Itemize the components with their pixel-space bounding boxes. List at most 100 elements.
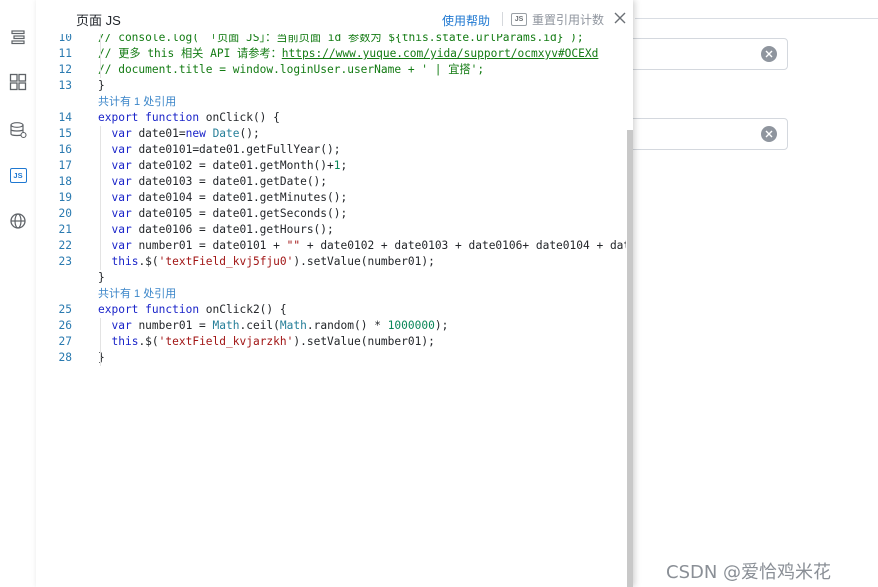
code-token: var: [111, 207, 132, 220]
code-token: 1: [333, 159, 341, 172]
code-line: 15 var date01=new Date();: [36, 126, 626, 142]
line-number: 27: [58, 335, 72, 348]
code-line: 11 // 更多 this 相关 API 请参考：https://www.yuqu…: [36, 46, 626, 62]
code-text: var date0105 = date01.getSeconds();: [98, 206, 347, 222]
line-number: 12: [58, 63, 72, 76]
code-text: }: [98, 78, 105, 94]
code-token: 1000000: [387, 319, 435, 332]
code-token: );: [434, 319, 449, 332]
code-token: // 更多 this 相关 API 请参考：: [98, 47, 282, 60]
js-icon[interactable]: JS: [0, 163, 36, 187]
code-token: date0101=date01.getFullYear();: [131, 143, 341, 156]
code-text: var date0101=date01.getFullYear();: [98, 142, 341, 158]
code-token: this: [111, 335, 139, 348]
code-token: new: [185, 127, 206, 140]
code-line: 16 var date0101=date01.getFullYear();: [36, 142, 626, 158]
code-text: var date0106 = date01.getHours();: [98, 222, 334, 238]
code-text: }: [98, 270, 105, 286]
line-number: 28: [58, 351, 72, 364]
code-token: "": [286, 239, 301, 252]
clear-icon[interactable]: [761, 46, 777, 62]
code-line: 17 var date0102 = date01.getMonth()+1;: [36, 158, 626, 174]
code-token: Date: [212, 127, 240, 140]
code-token: }: [98, 79, 105, 92]
code-token: .$(: [138, 255, 159, 268]
code-text: export function onClick() {: [98, 110, 280, 126]
code-token: number01 = date0101 +: [131, 239, 287, 252]
code-text: this.$('textField_kvj5fju0').setValue(nu…: [98, 254, 435, 270]
code-token: }: [98, 271, 105, 284]
watermark: CSDN @爱恰鸡米花: [666, 562, 832, 583]
code-line: 25 export function onClick2() {: [36, 302, 626, 318]
line-number: 26: [58, 319, 72, 332]
left-sidebar: JS: [0, 0, 37, 587]
line-number: 13: [58, 79, 72, 92]
code-token: var: [111, 223, 132, 236]
line-number: 20: [58, 207, 72, 220]
code-line: 18 var date0103 = date01.getDate();: [36, 174, 626, 190]
code-line: 28}: [36, 350, 626, 366]
code-token: 'textField_kvjarzkh': [158, 335, 294, 348]
code-token: Math: [279, 319, 307, 332]
code-token: .$(: [138, 335, 159, 348]
code-token: date0105 = date01.getSeconds();: [131, 207, 348, 220]
globe-icon[interactable]: [0, 209, 36, 233]
code-line: 26 var number01 = Math.ceil(Math.random(…: [36, 318, 626, 334]
code-text: var number01 = Math.ceil(Math.random() *…: [98, 318, 448, 334]
clear-icon[interactable]: [761, 126, 777, 142]
code-token: }: [98, 351, 105, 364]
code-line: 19 var date0104 = date01.getMinutes();: [36, 190, 626, 206]
code-line: 14 export function onClick() {: [36, 110, 626, 126]
code-token: 'textField_kvj5fju0': [158, 255, 294, 268]
code-token: var: [111, 159, 132, 172]
code-text: export function onClick2() {: [98, 302, 287, 318]
scrollbar-thumb[interactable]: [627, 130, 633, 587]
reset-reference-count-button[interactable]: JS 重置引用计数: [511, 11, 604, 27]
code-line: 23 this.$('textField_kvj5fju0').setValue…: [36, 254, 626, 270]
indent-guide: [100, 318, 101, 366]
code-token: ).setValue(number01);: [293, 335, 435, 348]
line-number: 14: [58, 111, 72, 124]
close-icon[interactable]: [613, 11, 627, 25]
codelens-reference-count[interactable]: 共计有 1 处引用: [98, 286, 176, 302]
code-text: }: [98, 350, 105, 366]
line-number: 21: [58, 223, 72, 236]
reset-reference-count-label: 重置引用计数: [532, 12, 605, 27]
code-token: date0106 = date01.getHours();: [131, 223, 334, 236]
code-text: this.$('textField_kvjarzkh').setValue(nu…: [98, 334, 435, 350]
line-number: 15: [58, 127, 72, 140]
code-token: ).setValue(number01);: [293, 255, 435, 268]
code-token: var: [111, 239, 132, 252]
code-token: var: [111, 319, 132, 332]
code-text: var date0104 = date01.getMinutes();: [98, 190, 347, 206]
datasource-icon[interactable]: [0, 118, 36, 142]
indent-guide: [100, 30, 101, 78]
code-token: date0104 = date01.getMinutes();: [131, 191, 348, 204]
code-token: ;: [340, 159, 348, 172]
components-icon[interactable]: [0, 70, 36, 94]
line-number: 25: [58, 303, 72, 316]
code-token: function: [145, 111, 200, 124]
line-number: 19: [58, 191, 72, 204]
code-editor[interactable]: 10// console.log(`「页面 JS」：当前页面 id 参数为 ${…: [36, 30, 626, 587]
help-link[interactable]: 使用帮助: [442, 12, 490, 29]
panel-title: 页面 JS: [76, 13, 121, 28]
panel-header: 页面 JS 使用帮助 JS 重置引用计数: [36, 0, 633, 34]
header-divider: [502, 12, 503, 26]
page-js-panel: 10// console.log(`「页面 JS」：当前页面 id 参数为 ${…: [36, 0, 633, 587]
js-icon-badge: JS: [9, 167, 27, 183]
code-text: var date0102 = date01.getMonth()+1;: [98, 158, 347, 174]
code-token: export: [98, 303, 139, 316]
code-token: // document.title = window.loginUser.use…: [98, 63, 485, 76]
code-token: .random() *: [306, 319, 388, 332]
code-token: export: [98, 111, 139, 124]
code-text: // document.title = window.loginUser.use…: [98, 62, 484, 78]
code-line: 12 // document.title = window.loginUser.u…: [36, 62, 626, 78]
code-token: number01 =: [131, 319, 213, 332]
code-token: Math: [212, 319, 240, 332]
outline-icon[interactable]: [0, 25, 36, 49]
codelens-reference-count[interactable]: 共计有 1 处引用: [98, 94, 176, 110]
code-token[interactable]: https://www.yuque.com/yida/support/ocmxy…: [282, 47, 599, 60]
line-number: 18: [58, 175, 72, 188]
